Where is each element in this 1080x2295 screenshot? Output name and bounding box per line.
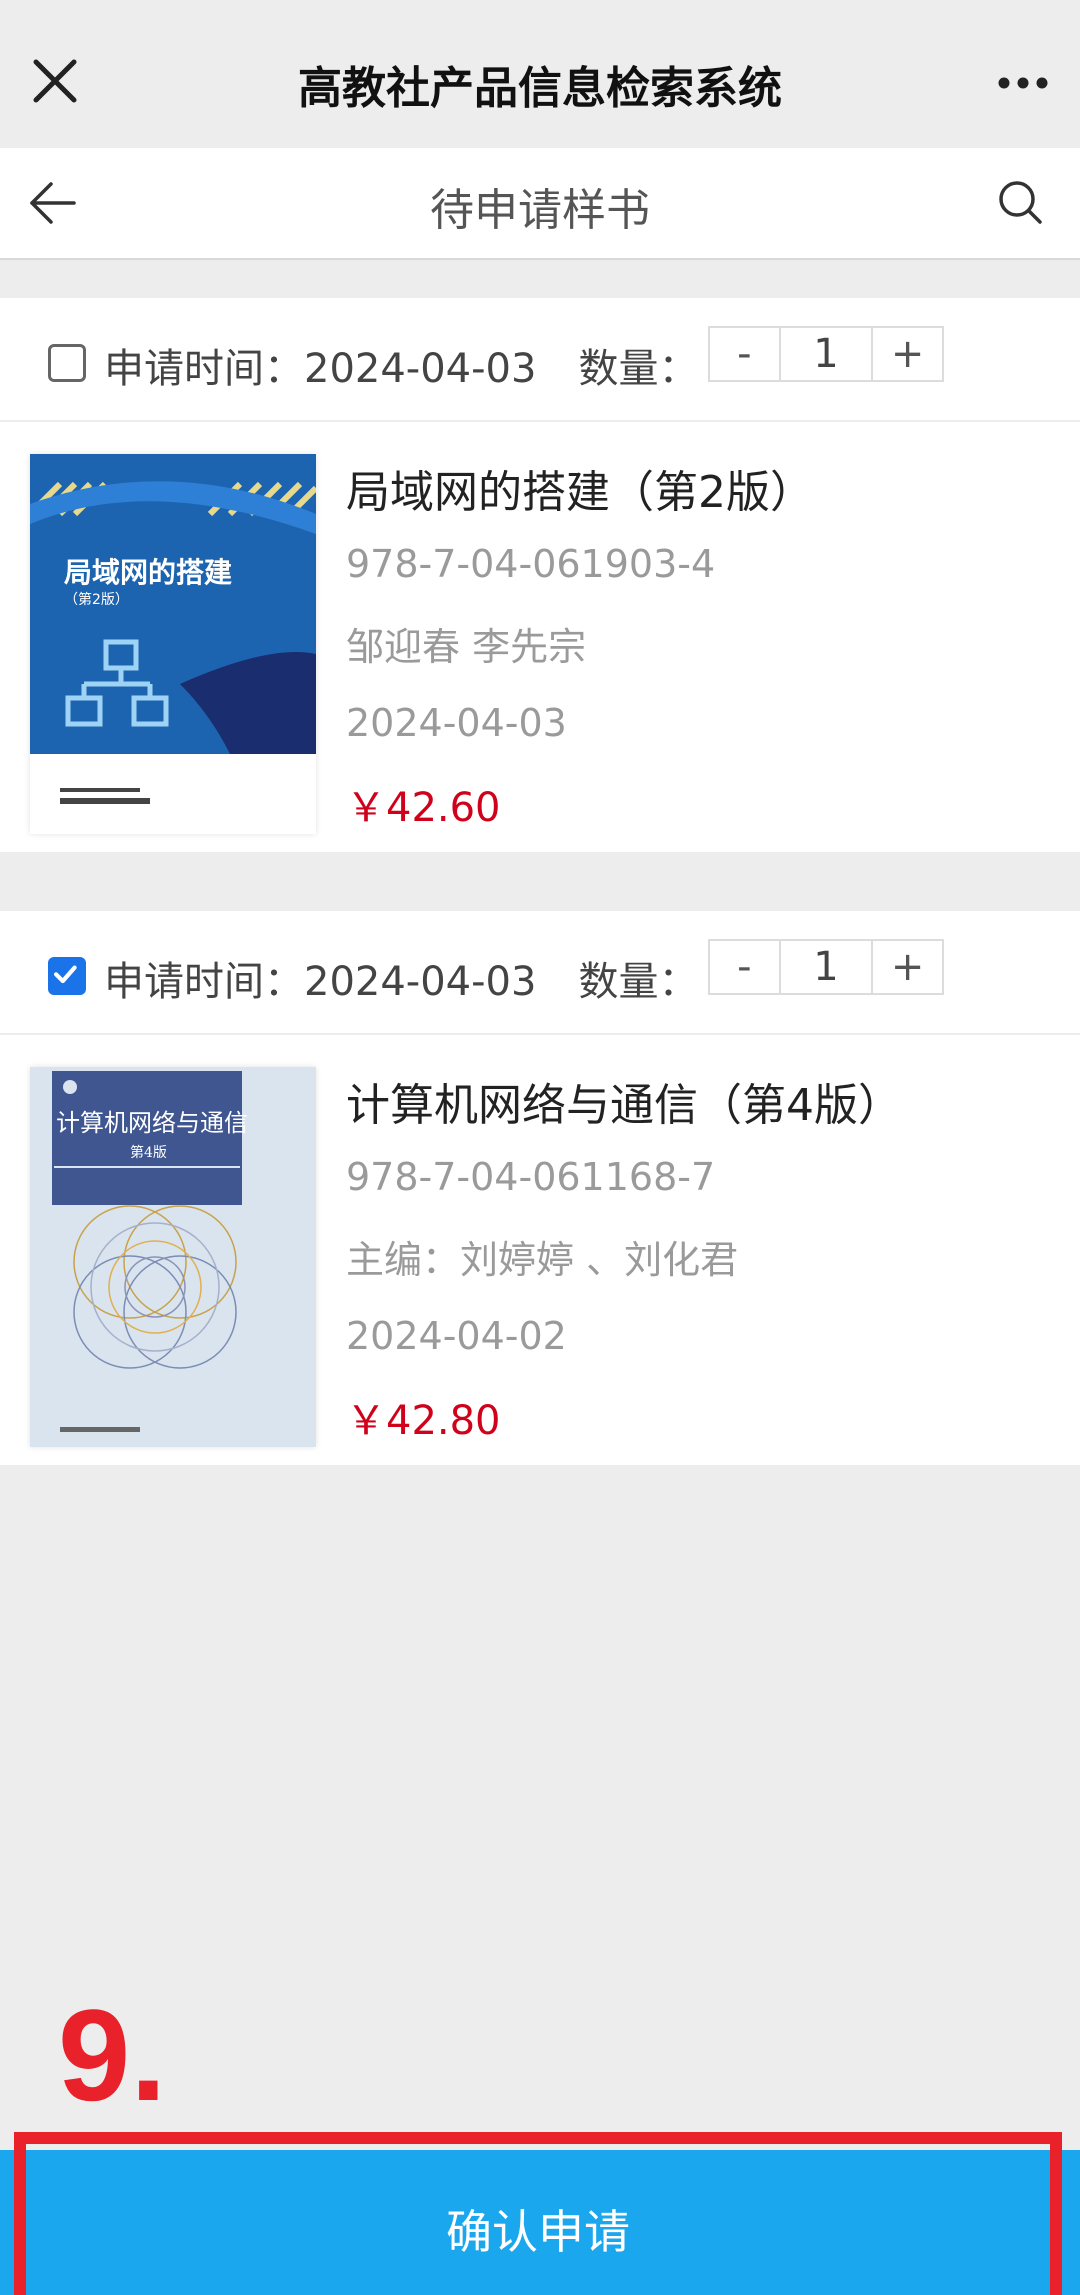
book-isbn: 978-7-04-061168-7 (346, 1155, 716, 1199)
increase-button[interactable]: + (873, 941, 942, 993)
page-title: 待申请样书 (430, 185, 650, 236)
decrease-button[interactable]: - (710, 941, 779, 993)
svg-text:计算机网络与通信: 计算机网络与通信 (56, 1109, 248, 1137)
book-isbn: 978-7-04-061903-4 (346, 542, 716, 586)
increase-button[interactable]: + (873, 328, 942, 380)
quantity-input[interactable]: 1 (778, 328, 874, 380)
sample-book-card: 申请时间：2024-04-03 数量： - 1 + 局域网的搭建 （第2版） 局… (0, 298, 1080, 852)
quantity-label: 数量： (578, 346, 699, 392)
highlight-box: 确认申请 (14, 2132, 1062, 2295)
svg-text:（第2版）: （第2版） (64, 591, 129, 608)
book-cover-image[interactable]: 局域网的搭建 （第2版） (30, 454, 316, 834)
quantity-stepper: - 1 + (708, 939, 944, 995)
search-icon[interactable] (990, 172, 1052, 234)
confirm-apply-button[interactable]: 确认申请 (26, 2162, 1050, 2295)
more-icon[interactable] (990, 50, 1056, 116)
svg-text:局域网的搭建: 局域网的搭建 (64, 556, 232, 589)
card-header: 申请时间：2024-04-03 数量： - 1 + (0, 911, 1080, 1035)
svg-text:第4版: 第4版 (130, 1144, 167, 1161)
apply-time: 申请时间：2024-04-03 (104, 346, 537, 392)
quantity-stepper: - 1 + (708, 326, 944, 382)
select-checkbox[interactable] (48, 344, 86, 382)
select-checkbox[interactable] (48, 957, 86, 995)
nav-bar: 待申请样书 (0, 148, 1080, 260)
book-price: ￥42.60 (346, 785, 501, 831)
book-details[interactable]: 局域网的搭建 （第2版） 局域网的搭建（第2版） 978-7-04-061903… (0, 422, 1080, 852)
sample-book-card: 申请时间：2024-04-03 数量： - 1 + 计算机网络与通信 第4版 计… (0, 911, 1080, 1465)
book-date: 2024-04-03 (346, 701, 567, 745)
quantity-input[interactable]: 1 (778, 941, 874, 993)
app-title: 高教社产品信息检索系统 (298, 63, 782, 114)
book-cover-image[interactable]: 计算机网络与通信 第4版 (30, 1067, 316, 1447)
top-bar: 高教社产品信息检索系统 (0, 0, 1080, 148)
book-date: 2024-04-02 (346, 1314, 567, 1358)
decrease-button[interactable]: - (710, 328, 779, 380)
checkmark-icon (53, 965, 77, 984)
book-price: ￥42.80 (346, 1398, 501, 1444)
card-header: 申请时间：2024-04-03 数量： - 1 + (0, 298, 1080, 422)
book-authors: 邹迎春 李先宗 (346, 625, 587, 669)
book-title[interactable]: 局域网的搭建（第2版） (346, 456, 1060, 520)
apply-time: 申请时间：2024-04-03 (104, 959, 537, 1005)
book-authors: 主编：刘婷婷 、刘化君 (346, 1238, 739, 1282)
book-title[interactable]: 计算机网络与通信（第4版） (346, 1069, 1060, 1133)
step-annotation: 9. (58, 1982, 167, 2128)
quantity-label: 数量： (578, 959, 699, 1005)
book-details[interactable]: 计算机网络与通信 第4版 计算机网络与通信（第4版） 978-7-04-0611… (0, 1035, 1080, 1465)
